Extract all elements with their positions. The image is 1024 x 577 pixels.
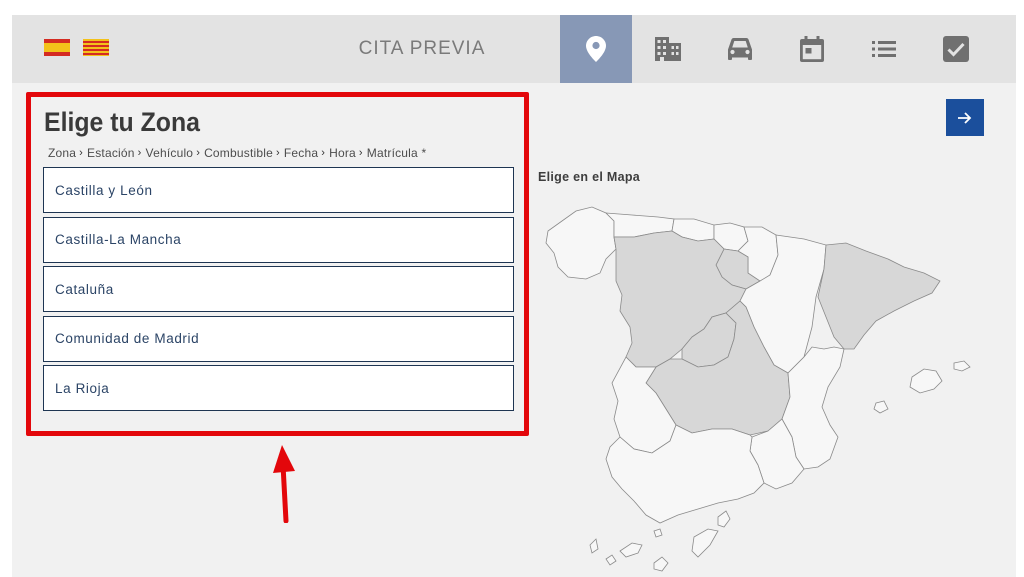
chevron-right-icon: › xyxy=(321,147,326,159)
step-summary[interactable] xyxy=(848,15,920,83)
chevron-right-icon: › xyxy=(137,147,142,159)
list-icon xyxy=(872,41,896,57)
map-region-cataluna[interactable] xyxy=(817,242,941,350)
chevron-right-icon: › xyxy=(275,147,280,159)
breadcrumb-item: Fecha xyxy=(283,146,319,160)
step-zone[interactable] xyxy=(560,15,632,83)
catalan-flag-icon[interactable] xyxy=(83,39,109,56)
calendar-icon xyxy=(800,36,824,62)
top-bar: CITA PREVIA xyxy=(12,15,1016,83)
map-region-baleares-ibiza[interactable] xyxy=(873,400,889,414)
annotation-arrow-icon xyxy=(273,445,295,523)
building-icon xyxy=(655,37,681,61)
zone-list: Castilla y León Castilla-La Mancha Catal… xyxy=(43,167,514,415)
step-station[interactable] xyxy=(632,15,704,83)
map-region-baleares[interactable] xyxy=(909,368,943,394)
next-button[interactable] xyxy=(946,99,984,136)
map-region-canarias-gran-canaria[interactable] xyxy=(653,556,669,572)
zone-panel: Elige tu Zona Zona › Estación › Vehículo… xyxy=(26,92,529,436)
map-region-canarias-tenerife[interactable] xyxy=(619,542,643,558)
breadcrumb: Zona › Estación › Vehículo › Combustible… xyxy=(48,146,426,160)
chevron-right-icon: › xyxy=(79,147,84,159)
zone-option-la-rioja[interactable]: La Rioja xyxy=(43,365,514,411)
app-frame: CITA PREVIA Elige tu Zona Zona › Estació… xyxy=(12,15,1016,577)
breadcrumb-item: Estación xyxy=(87,146,135,160)
map-region-canarias-fuerteventura[interactable] xyxy=(691,528,719,558)
breadcrumb-item: Combustible xyxy=(204,146,273,160)
zone-option-cataluna[interactable]: Cataluña xyxy=(43,266,514,312)
panel-title: Elige tu Zona xyxy=(44,107,200,137)
breadcrumb-item: Matrícula * xyxy=(366,146,427,160)
checkbox-icon xyxy=(943,36,969,62)
page-title: CITA PREVIA xyxy=(358,38,486,59)
step-nav xyxy=(560,15,992,83)
chevron-right-icon: › xyxy=(196,147,201,159)
zone-option-castilla-y-leon[interactable]: Castilla y León xyxy=(43,167,514,213)
breadcrumb-item: Vehículo xyxy=(145,146,194,160)
map-region-ceuta[interactable] xyxy=(653,528,663,538)
map-region-canarias-la-palma[interactable] xyxy=(589,538,599,554)
breadcrumb-item: Hora xyxy=(329,146,356,160)
step-confirm[interactable] xyxy=(920,15,992,83)
breadcrumb-item: Zona xyxy=(48,146,77,160)
zone-option-castilla-la-mancha[interactable]: Castilla-La Mancha xyxy=(43,216,514,263)
map-region-baleares-menorca[interactable] xyxy=(953,360,971,372)
step-vehicle[interactable] xyxy=(704,15,776,83)
map-region-galicia[interactable] xyxy=(545,206,617,280)
arrow-right-icon xyxy=(958,111,972,124)
step-date[interactable] xyxy=(776,15,848,83)
car-icon xyxy=(728,38,752,60)
location-pin-icon xyxy=(586,36,606,62)
chevron-right-icon: › xyxy=(358,147,363,159)
map-region-canarias-gomera[interactable] xyxy=(605,554,617,566)
zone-option-madrid[interactable]: Comunidad de Madrid xyxy=(43,315,514,362)
map-region-canarias-lanzarote[interactable] xyxy=(717,510,731,528)
es-flag-icon[interactable] xyxy=(44,39,70,56)
map-label: Elige en el Mapa xyxy=(538,170,641,184)
spain-map[interactable] xyxy=(542,197,972,577)
